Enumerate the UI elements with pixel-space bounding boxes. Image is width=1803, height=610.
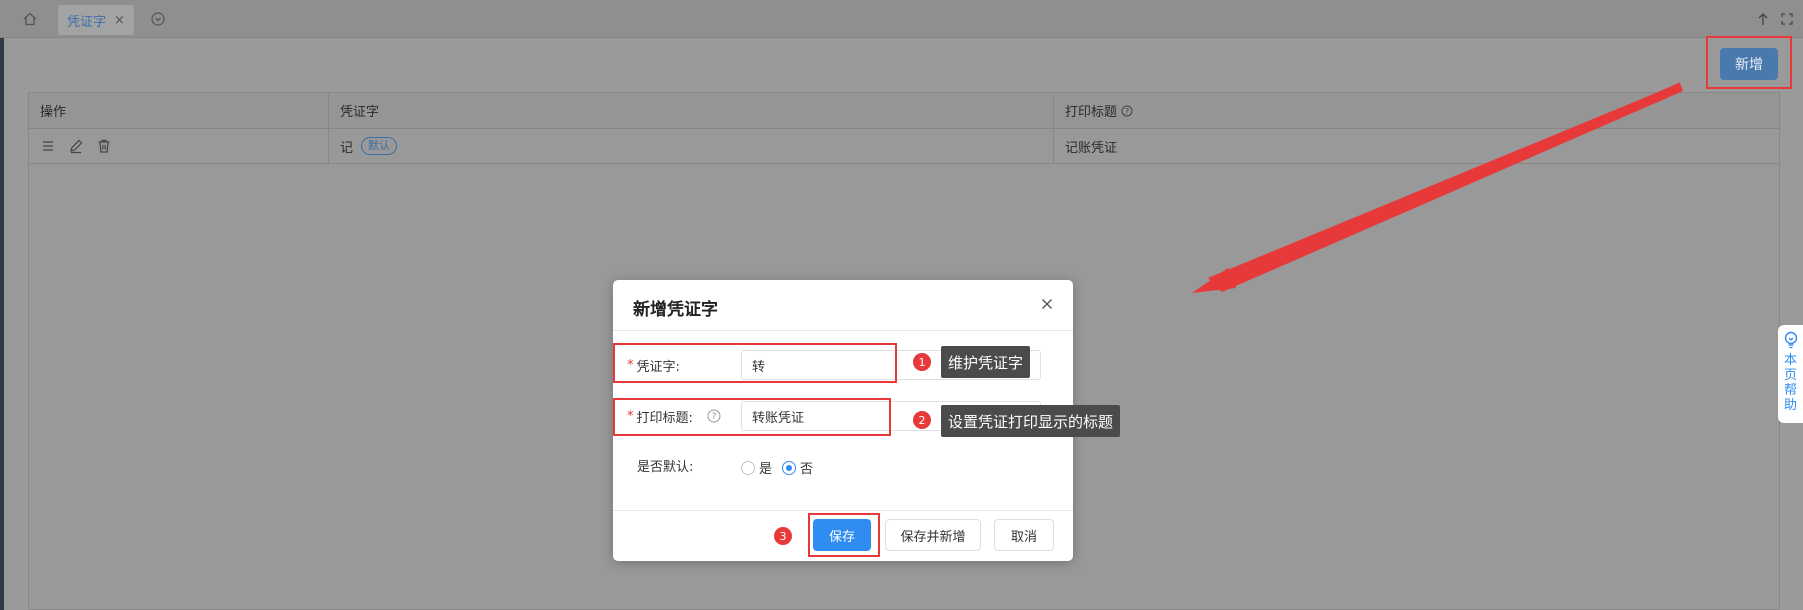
tab-bar: 凭证字 × <box>0 0 1803 38</box>
radio-yes-label[interactable]: 是 <box>759 458 772 477</box>
table-row: 记 默认 记账凭证 <box>29 129 1779 164</box>
save-and-new-button[interactable]: 保存并新增 <box>885 519 981 551</box>
list-icon[interactable] <box>40 138 56 154</box>
arrow-up-icon[interactable] <box>1756 12 1770 26</box>
column-header-print-title: 打印标题 ? <box>1054 93 1781 128</box>
default-field-label: 是否默认: <box>637 459 694 475</box>
default-badge: 默认 <box>361 137 398 155</box>
default-radio-group: 是 否 <box>741 458 813 477</box>
column-header-print-title-label: 打印标题 <box>1065 105 1118 120</box>
app-left-edge <box>0 0 4 610</box>
lightbulb-icon <box>1784 331 1797 349</box>
delete-icon[interactable] <box>96 138 112 154</box>
radio-no[interactable] <box>782 460 797 475</box>
help-icon[interactable]: ? <box>1121 105 1133 117</box>
annotation-step2-number: 2 <box>913 411 931 429</box>
page-help-label: 本页帮助 <box>1784 353 1798 413</box>
radio-no-label[interactable]: 否 <box>800 458 813 477</box>
annotation-box-add <box>1706 36 1792 89</box>
column-header-word: 凭证字 <box>329 93 1054 128</box>
chevron-down-circle-icon[interactable] <box>150 11 166 27</box>
cancel-button[interactable]: 取消 <box>994 519 1054 551</box>
annotation-step3-number: 3 <box>774 527 792 545</box>
row-print-title: 记账凭证 <box>1065 140 1118 156</box>
fullscreen-icon[interactable] <box>1780 12 1794 26</box>
page-help-tab[interactable]: 本页帮助 <box>1778 325 1803 423</box>
radio-yes[interactable] <box>741 460 755 475</box>
tab-voucher-word[interactable]: 凭证字 × <box>58 5 134 35</box>
dialog-title: 新增凭证字 <box>633 300 718 320</box>
annotation-box-save <box>808 513 880 557</box>
annotation-step1-number: 1 <box>913 353 931 371</box>
annotation-step2-callout: 设置凭证打印显示的标题 <box>941 405 1121 437</box>
row-word: 记 默认 <box>329 129 1054 163</box>
annotation-box-print-title <box>613 398 891 436</box>
tab-close-icon[interactable]: × <box>114 13 125 28</box>
row-actions <box>29 129 329 163</box>
svg-text:?: ? <box>1125 106 1129 115</box>
tab-label: 凭证字 <box>67 14 107 30</box>
column-header-actions: 操作 <box>29 93 329 128</box>
close-icon[interactable] <box>1039 296 1055 312</box>
annotation-box-word <box>613 343 897 383</box>
edit-icon[interactable] <box>68 138 84 154</box>
home-icon[interactable] <box>22 11 38 27</box>
table-header: 操作 凭证字 打印标题 ? <box>29 93 1779 129</box>
dialog-footer-divider <box>613 510 1073 511</box>
row-word-value: 记 <box>340 140 354 156</box>
annotation-step1-callout: 维护凭证字 <box>941 346 1031 378</box>
dialog-header-divider <box>613 330 1073 331</box>
